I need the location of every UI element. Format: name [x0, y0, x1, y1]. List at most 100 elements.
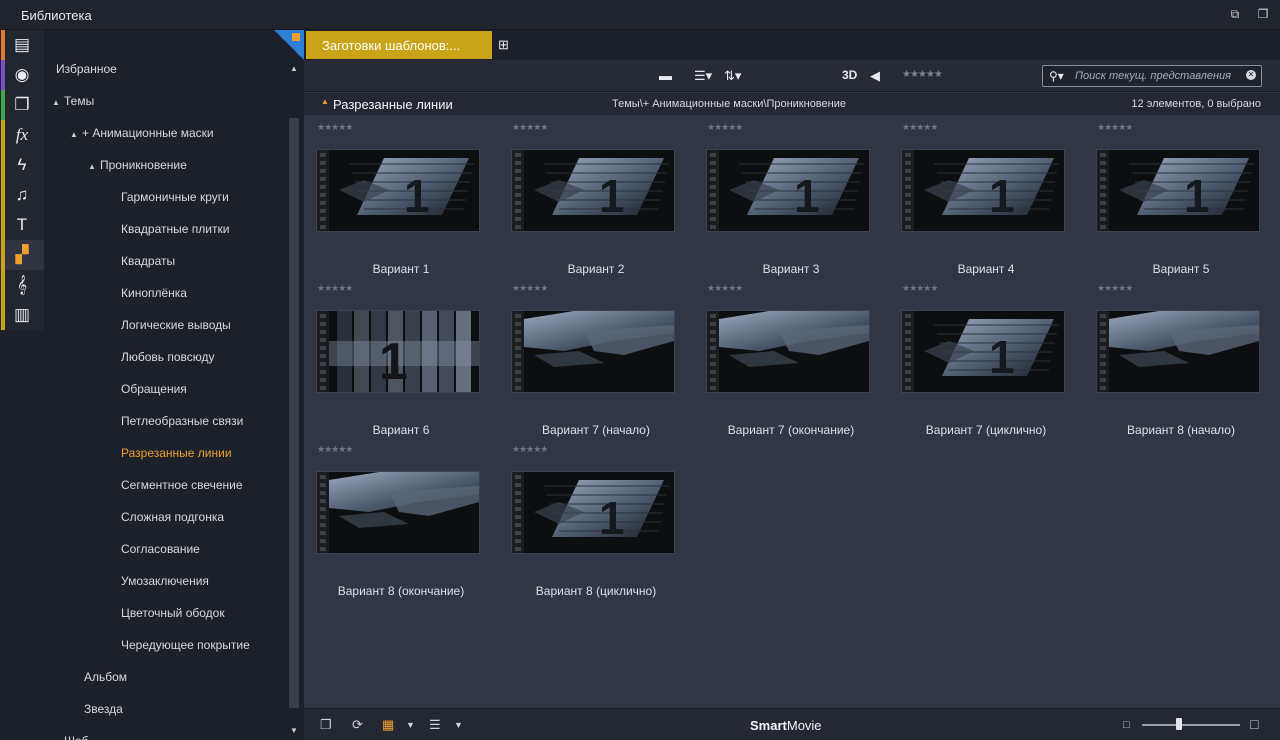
tree-item[interactable]: ▲ Проникновение [88, 158, 187, 172]
rating-filter[interactable]: ★★★★★ [902, 69, 943, 80]
tree-scrollbar[interactable] [289, 118, 299, 708]
3d-filter-button[interactable]: 3D [842, 68, 857, 82]
tree-item[interactable]: Согласование [121, 542, 200, 556]
pin-icon[interactable] [292, 33, 300, 41]
undock-icon[interactable]: ⧉ [1229, 8, 1241, 20]
menus-icon[interactable]: ▥ [0, 300, 44, 330]
tree-item[interactable]: Логические выводы [121, 318, 231, 332]
rating-stars[interactable]: ★★★★★ [902, 283, 938, 294]
rating-stars[interactable]: ★★★★★ [317, 444, 353, 455]
copy-icon[interactable]: ❐ [320, 717, 332, 733]
scroll-down-icon[interactable]: ▼ [290, 726, 298, 735]
tree-item[interactable]: Умозаключения [121, 574, 209, 588]
rating-stars[interactable]: ★★★★★ [1097, 283, 1133, 294]
template-thumbnail[interactable] [511, 310, 675, 393]
tree-item[interactable]: ▶Шаб... [52, 734, 99, 740]
tree-item[interactable]: Альбом [84, 670, 127, 684]
search-icon[interactable]: ⚲▾ [1049, 69, 1064, 83]
refresh-icon[interactable]: ⟳ [352, 717, 363, 733]
tree-item[interactable]: Любовь повсюду [121, 350, 215, 364]
titles-icon[interactable]: T [0, 210, 44, 240]
template-item[interactable]: ★★★★★ Вариант 7 (окончание) [696, 283, 870, 443]
tree-item[interactable]: ▲ Темы [52, 94, 94, 108]
tree-item[interactable]: Киноплёнка [121, 286, 187, 300]
grid-view-dropdown-icon[interactable]: ▼ [406, 720, 415, 730]
projects-icon[interactable]: ◉ [0, 60, 44, 90]
tag-icon[interactable]: ◀ [870, 68, 880, 84]
tree-item[interactable]: Обращения [121, 382, 187, 396]
tree-item[interactable]: Звезда [84, 702, 123, 716]
templates-icon[interactable]: ▞ [0, 240, 44, 270]
grid-view-icon[interactable]: ▦ [382, 717, 394, 733]
rating-stars[interactable]: ★★★★★ [512, 444, 548, 455]
collections-icon[interactable]: ❐ [0, 90, 44, 120]
template-thumbnail[interactable]: 1 [316, 149, 480, 232]
tab-templates[interactable]: Заготовки шаблонов:... [306, 31, 492, 59]
expand-arrow-icon[interactable]: ▲ [52, 98, 64, 107]
restore-icon[interactable]: ❐ [1257, 8, 1269, 20]
smartmovie-button[interactable]: SmartMovie [750, 718, 822, 733]
music-icon[interactable]: ♫ [0, 180, 44, 210]
rating-stars[interactable]: ★★★★★ [707, 122, 743, 133]
tree-item[interactable]: Сегментное свечение [121, 478, 243, 492]
rating-stars[interactable]: ★★★★★ [1097, 122, 1133, 133]
template-thumbnail[interactable] [706, 310, 870, 393]
rating-stars[interactable]: ★★★★★ [317, 283, 353, 294]
template-thumbnail[interactable]: 1 [1096, 149, 1260, 232]
scroll-up-icon[interactable]: ▲ [290, 64, 298, 73]
template-item[interactable]: ★★★★★ 1 Вариант 2 [501, 122, 675, 282]
tree-item[interactable]: Избранное [56, 62, 117, 76]
template-thumbnail[interactable] [316, 471, 480, 554]
tree-item[interactable]: Квадраты [121, 254, 175, 268]
expand-arrow-icon[interactable]: ▲ [70, 130, 82, 139]
tree-item[interactable]: Цветочный ободок [121, 606, 225, 620]
sort-icon[interactable]: ⇅▾ [724, 68, 741, 84]
tree-item[interactable]: Гармоничные круги [121, 190, 229, 204]
folder-icon[interactable]: ▬ [659, 68, 672, 83]
details-view-dropdown-icon[interactable]: ▼ [454, 720, 463, 730]
tree-item[interactable]: Разрезанные линии [121, 446, 232, 460]
media-icon[interactable]: ▤ [0, 30, 44, 60]
rating-stars[interactable]: ★★★★★ [512, 283, 548, 294]
template-item[interactable]: ★★★★★ 1 Вариант 6 [306, 283, 480, 443]
template-thumbnail[interactable]: 1 [511, 471, 675, 554]
sound-icon[interactable]: 𝄞 [0, 270, 44, 300]
template-item[interactable]: ★★★★★ 1 Вариант 8 (циклично) [501, 444, 675, 604]
rating-stars[interactable]: ★★★★★ [512, 122, 548, 133]
rating-stars[interactable]: ★★★★★ [707, 283, 743, 294]
collapse-icon[interactable]: ▲ [321, 97, 329, 106]
template-thumbnail[interactable]: 1 [901, 149, 1065, 232]
tree-item[interactable]: Квадратные плитки [121, 222, 229, 236]
tree-item[interactable]: Сложная подгонка [121, 510, 224, 524]
details-view-icon[interactable]: ☰ [429, 717, 441, 733]
template-item[interactable]: ★★★★★ 1 Вариант 7 (циклично) [891, 283, 1065, 443]
template-thumbnail[interactable] [1096, 310, 1260, 393]
template-item[interactable]: ★★★★★ 1 Вариант 3 [696, 122, 870, 282]
effects-icon[interactable]: fx [0, 120, 44, 150]
template-thumbnail[interactable]: 1 [316, 310, 480, 393]
template-item[interactable]: ★★★★★ 1 Вариант 5 [1086, 122, 1260, 282]
zoom-small-icon[interactable]: □ [1123, 719, 1130, 731]
template-item[interactable]: ★★★★★ 1 Вариант 4 [891, 122, 1065, 282]
template-item[interactable]: ★★★★★ Вариант 7 (начало) [501, 283, 675, 443]
template-item[interactable]: ★★★★★ Вариант 8 (начало) [1086, 283, 1260, 443]
zoom-slider[interactable] [1142, 724, 1240, 726]
transitions-icon[interactable]: ϟ [0, 150, 44, 180]
rating-stars[interactable]: ★★★★★ [317, 122, 353, 133]
template-thumbnail[interactable]: 1 [901, 310, 1065, 393]
expand-arrow-icon[interactable]: ▲ [88, 162, 100, 171]
template-thumbnail[interactable]: 1 [511, 149, 675, 232]
clear-search-icon[interactable]: ✕ [1246, 70, 1256, 80]
search-input[interactable]: ⚲▾ Поиск текущ. представления ✕ [1042, 65, 1262, 87]
template-item[interactable]: ★★★★★ Вариант 8 (окончание) [306, 444, 480, 604]
list-view-icon[interactable]: ☰▾ [694, 68, 712, 84]
zoom-large-icon[interactable]: □ [1250, 716, 1258, 732]
zoom-slider-knob[interactable] [1176, 718, 1183, 730]
template-thumbnail[interactable]: 1 [706, 149, 870, 232]
template-item[interactable]: ★★★★★ 1 Вариант 1 [306, 122, 480, 282]
tree-item[interactable]: ▲ + Анимационные маски [70, 126, 214, 140]
tree-item[interactable]: Петлеобразные связи [121, 414, 243, 428]
add-tab-icon[interactable]: ⊞ [498, 37, 509, 53]
rating-stars[interactable]: ★★★★★ [902, 122, 938, 133]
tree-item[interactable]: Чередующее покрытие [121, 638, 250, 652]
